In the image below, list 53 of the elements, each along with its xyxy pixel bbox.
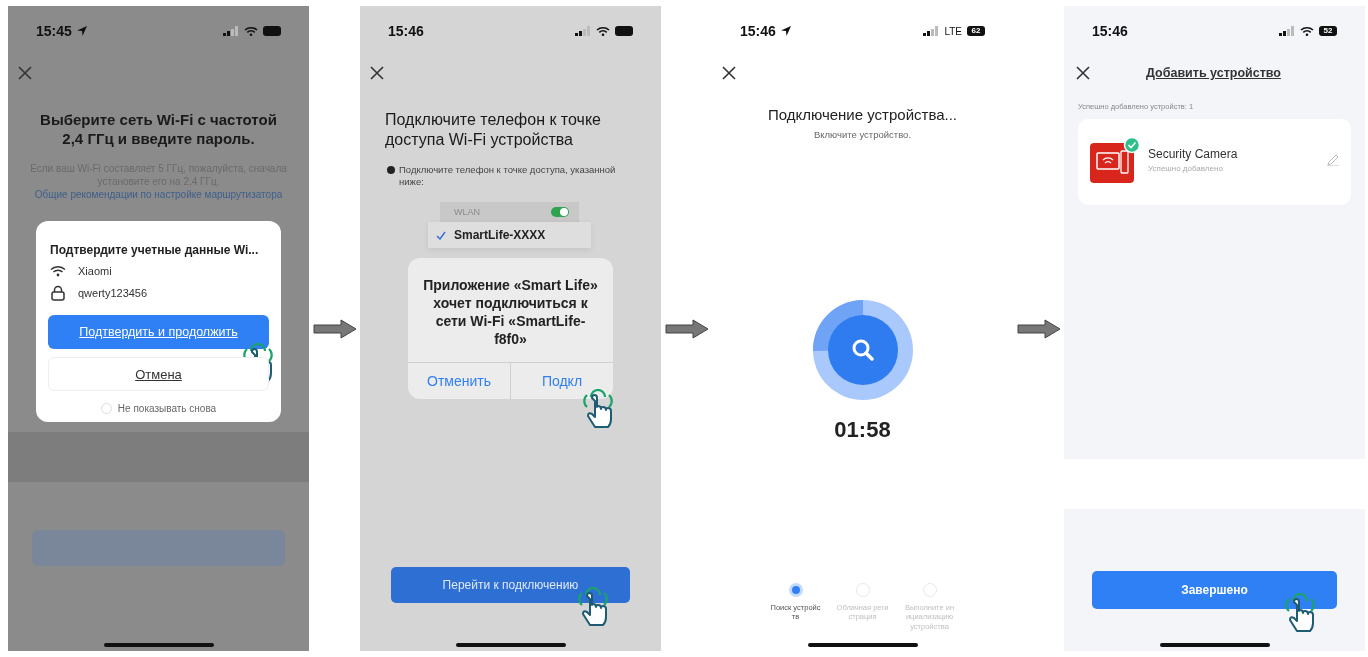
signal-icon bbox=[575, 26, 591, 36]
network-name: Xiaomi bbox=[78, 265, 112, 277]
close-icon bbox=[370, 66, 384, 80]
battery-icon bbox=[263, 26, 281, 36]
cancel-button[interactable]: Отмена bbox=[48, 357, 269, 391]
password-text: qwerty123456 bbox=[78, 287, 148, 299]
wifi-icon bbox=[1300, 26, 1314, 36]
option-label: Не показывать снова bbox=[117, 403, 217, 414]
signal-icon bbox=[1279, 26, 1295, 36]
done-button[interactable]: Завершено bbox=[1092, 571, 1337, 609]
device-name: Security Camera bbox=[1148, 147, 1239, 161]
battery-icon: 52 bbox=[1319, 26, 1337, 36]
dialog-title: Подтвердите учетные данные Wi... bbox=[49, 243, 260, 257]
battery-icon: 62 bbox=[967, 26, 985, 36]
hint-text: Подключите телефон к точке доступа, указанной ниже: bbox=[399, 164, 617, 188]
radio-button[interactable] bbox=[100, 403, 112, 414]
screen-subtitle: Включите устройство. bbox=[812, 129, 913, 140]
next-arrow-icon bbox=[312, 318, 357, 339]
info-icon bbox=[387, 166, 395, 174]
wifi-icon bbox=[244, 26, 258, 36]
alert-message: Приложение «Smart Life» хочет подключиться к сети Wi-Fi «SmartLife-f8f0» bbox=[422, 276, 599, 349]
status-time: 15:45 bbox=[36, 23, 72, 39]
wifi-icon bbox=[50, 265, 66, 277]
network-name: SmartLife-XXXX bbox=[454, 228, 546, 242]
close-icon bbox=[1076, 66, 1090, 80]
lock-icon bbox=[50, 285, 66, 301]
screen-title: Подключите телефон к точке доступа Wi-Fi устройства bbox=[385, 110, 602, 150]
wlan-label: WLAN bbox=[454, 207, 480, 217]
status-time: 15:46 bbox=[1092, 23, 1128, 39]
next-arrow-icon bbox=[664, 318, 709, 339]
signal-icon bbox=[923, 26, 940, 36]
network-label: LTE bbox=[944, 25, 962, 37]
screen-title: Выберите сеть Wi-Fi с частотой 2,4 ГГц и введите пароль. bbox=[39, 110, 278, 148]
alert-button[interactable]: Подкл bbox=[537, 363, 587, 399]
battery-icon bbox=[615, 26, 633, 36]
device-status: Успешно добавлено bbox=[1148, 164, 1224, 173]
close-icon bbox=[18, 66, 32, 80]
status-time: 15:46 bbox=[740, 23, 776, 39]
search-spinner-icon bbox=[811, 299, 914, 402]
edit-pencil-icon bbox=[1327, 154, 1339, 166]
wifi-icon bbox=[596, 26, 610, 36]
countdown-timer: 01:58 bbox=[833, 417, 892, 444]
signal-icon bbox=[223, 26, 239, 36]
connect-button[interactable]: Перейти к подключению bbox=[391, 567, 630, 603]
alert-button[interactable]: Отменить bbox=[423, 363, 495, 399]
camera-device-icon bbox=[1090, 137, 1140, 183]
close-icon bbox=[722, 66, 736, 80]
confirm-button[interactable]: Подтвердить и продолжить bbox=[48, 315, 269, 349]
router-tips-link[interactable]: Общие рекомендации по настройке маршрутизатора bbox=[34, 189, 283, 200]
screen-title: Добавить устройство bbox=[1146, 66, 1281, 80]
screen-title: Подключение устройства... bbox=[766, 106, 959, 123]
next-arrow-icon bbox=[1016, 318, 1061, 339]
status-time: 15:46 bbox=[388, 23, 424, 39]
